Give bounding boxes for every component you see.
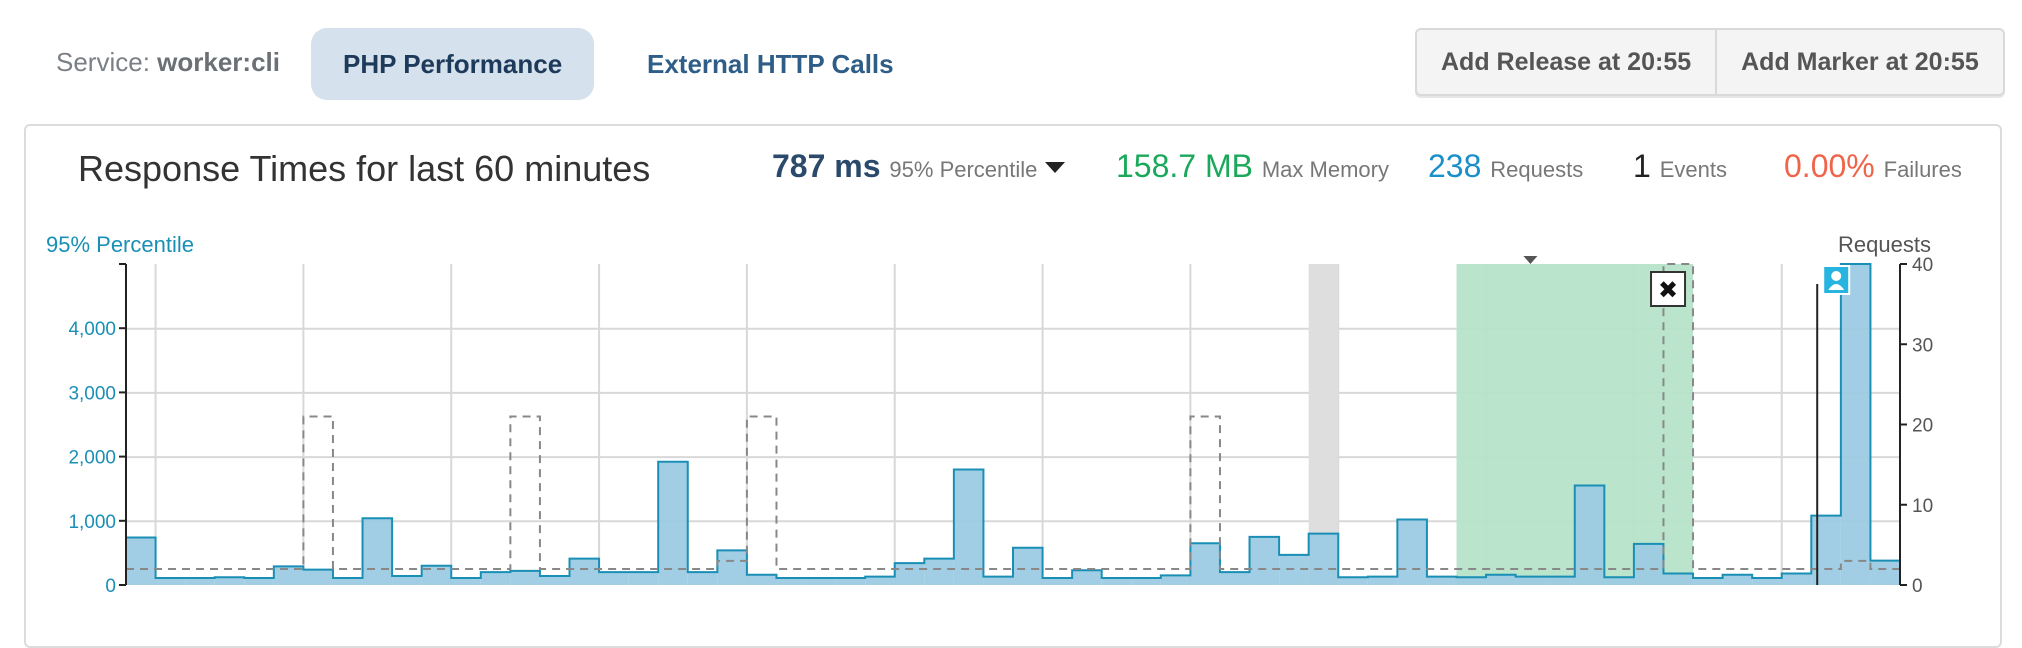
bar (1219, 572, 1250, 585)
bar (865, 576, 895, 585)
bar (185, 577, 215, 585)
bar (569, 558, 600, 585)
bar (155, 577, 186, 585)
bar (658, 461, 688, 585)
bar (1663, 573, 1694, 585)
bar (835, 577, 866, 585)
user-icon-head (1831, 271, 1842, 281)
bar (1072, 570, 1102, 585)
bar (1604, 577, 1634, 585)
bar (510, 570, 540, 585)
y-tick-label-left: 4,000 (68, 319, 116, 340)
bar (1042, 577, 1073, 585)
bar (126, 537, 156, 585)
bar (1426, 576, 1457, 585)
bar (1486, 574, 1516, 585)
bar (1545, 576, 1575, 585)
bar (303, 569, 333, 585)
bar (1722, 574, 1753, 585)
bar (539, 576, 570, 585)
bar (1840, 264, 1871, 585)
bar (1101, 577, 1132, 585)
bar (1811, 515, 1841, 585)
bar (1633, 543, 1664, 585)
bar (1131, 577, 1161, 585)
bar (1515, 576, 1546, 585)
bar (717, 550, 747, 585)
response-times-chart[interactable]: ✖ 0 1,000 2,000 3,000 4,000 0 10 20 30 40 (0, 0, 2022, 626)
bar (806, 577, 836, 585)
y-tick-label-right: 40 (1912, 255, 1933, 276)
bar (1249, 536, 1280, 585)
bar (1693, 577, 1723, 585)
bar (1367, 576, 1398, 585)
bar (451, 577, 481, 585)
bar (776, 577, 807, 585)
bar (480, 572, 511, 585)
bar (953, 469, 984, 585)
bar (599, 572, 629, 585)
bar (628, 572, 659, 585)
bar (1397, 519, 1427, 585)
bar (746, 574, 777, 585)
y-tick-label-left: 0 (105, 576, 116, 597)
bar (332, 577, 363, 585)
bar (1013, 547, 1043, 585)
bar (894, 563, 925, 585)
bar (1190, 543, 1220, 585)
y-tick-label-left: 3,000 (68, 383, 116, 404)
bar (1574, 485, 1605, 585)
bar (1308, 533, 1339, 585)
close-icon[interactable]: ✖ (1658, 277, 1678, 304)
y-tick-label-right: 0 (1912, 576, 1923, 597)
y-tick-label-right: 30 (1912, 335, 1933, 356)
marker-triangle-icon (1523, 256, 1538, 264)
y-tick-label-left: 2,000 (68, 448, 116, 469)
bar (687, 572, 718, 585)
bar (392, 576, 422, 585)
bar (924, 558, 954, 585)
bar (983, 576, 1013, 585)
y-tick-label-right: 10 (1912, 496, 1933, 517)
bar (214, 577, 245, 585)
bar (1870, 560, 1900, 585)
bar (244, 577, 274, 585)
bar (1338, 577, 1368, 585)
bar (1752, 577, 1782, 585)
bar (362, 518, 393, 585)
bar (1456, 577, 1487, 585)
bar (1160, 575, 1191, 585)
y-tick-label-right: 20 (1912, 416, 1933, 437)
bar (1781, 573, 1812, 585)
y-tick-label-left: 1,000 (68, 512, 116, 533)
